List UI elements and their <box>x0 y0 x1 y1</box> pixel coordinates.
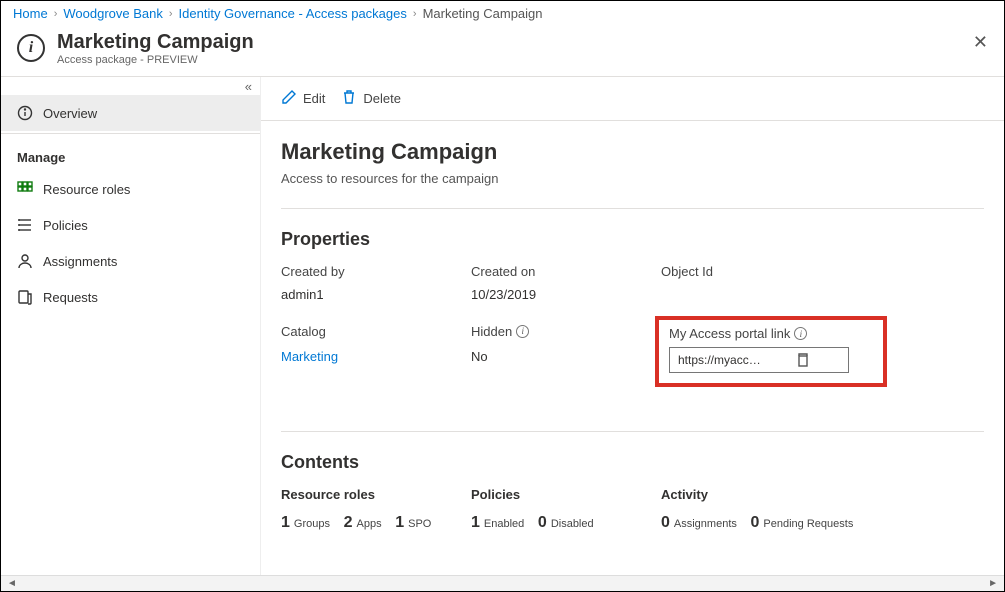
scroll-left-arrow[interactable]: ◄ <box>3 578 21 589</box>
prop-value-catalog[interactable]: Marketing <box>281 349 461 382</box>
sidebar-item-label: Assignments <box>43 254 117 269</box>
sidebar-item-assignments[interactable]: Assignments <box>1 243 260 279</box>
list-icon <box>17 217 33 233</box>
grid-icon <box>17 181 33 197</box>
content-title: Marketing Campaign <box>281 139 984 165</box>
toolbar: Edit Delete <box>261 77 1004 121</box>
page-subtitle: Access package - PREVIEW <box>57 54 254 66</box>
breadcrumb-section[interactable]: Identity Governance - Access packages <box>179 6 407 21</box>
sidebar-item-label: Overview <box>43 106 97 121</box>
breadcrumb-home[interactable]: Home <box>13 6 48 21</box>
properties-grid: Created by Created on Object Id admin1 1… <box>281 264 984 381</box>
chevron-right-icon: › <box>54 8 58 20</box>
trash-icon <box>341 89 357 108</box>
breadcrumb-org[interactable]: Woodgrove Bank <box>63 6 163 21</box>
sidebar-item-policies[interactable]: Policies <box>1 207 260 243</box>
horizontal-scrollbar[interactable]: ◄ ► <box>1 575 1004 591</box>
sidebar-item-label: Requests <box>43 290 98 305</box>
sidebar-section-manage: Manage <box>1 136 260 171</box>
contents-grid: Resource roles Policies Activity 1Groups… <box>281 487 984 532</box>
main-content: Edit Delete Marketing Campaign Access to… <box>261 77 1004 591</box>
col-activity: Activity <box>661 487 881 508</box>
page-title: Marketing Campaign <box>57 30 254 54</box>
close-button[interactable]: ✕ <box>973 32 988 53</box>
prop-label-hidden: Hidden i <box>471 322 651 343</box>
breadcrumb-current: Marketing Campaign <box>423 6 543 21</box>
sidebar-item-requests[interactable]: Requests <box>1 279 260 315</box>
prop-label-catalog: Catalog <box>281 322 461 343</box>
sidebar: « Overview Manage Resource roles P <box>1 77 261 591</box>
sidebar-item-resource-roles[interactable]: Resource roles <box>1 171 260 207</box>
prop-label-created-by: Created by <box>281 264 461 281</box>
button-label: Delete <box>363 91 401 106</box>
request-icon <box>17 289 33 305</box>
prop-label-created-on: Created on <box>471 264 651 281</box>
blade-header: i Marketing Campaign Access package - PR… <box>1 26 1004 77</box>
prop-value-hidden: No <box>471 349 651 382</box>
content-description: Access to resources for the campaign <box>281 171 984 186</box>
properties-heading: Properties <box>281 229 984 250</box>
edit-button[interactable]: Edit <box>281 89 325 108</box>
chevron-right-icon: › <box>169 8 173 20</box>
chevron-right-icon: › <box>413 8 417 20</box>
person-icon <box>17 253 33 269</box>
sidebar-item-label: Policies <box>43 218 88 233</box>
col-resource-roles: Resource roles <box>281 487 461 508</box>
prop-label-portal-link: My Access portal link i <box>669 326 873 343</box>
info-icon[interactable]: i <box>794 327 807 340</box>
highlight-portal-link: My Access portal link i https://myaccess… <box>655 316 887 387</box>
breadcrumb: Home › Woodgrove Bank › Identity Governa… <box>1 1 1004 26</box>
copy-icon[interactable] <box>761 352 844 368</box>
info-icon <box>17 105 33 121</box>
stat-resource-roles: 1Groups 2Apps 1SPO <box>281 514 461 532</box>
button-label: Edit <box>303 91 325 106</box>
portal-link-value: https://myaccess.micro… <box>678 353 761 367</box>
prop-value-created-by: admin1 <box>281 287 461 316</box>
prop-label-object-id: Object Id <box>661 264 881 281</box>
prop-value-created-on: 10/23/2019 <box>471 287 651 316</box>
sidebar-item-overview[interactable]: Overview <box>1 95 260 131</box>
info-icon: i <box>17 34 45 62</box>
sidebar-item-label: Resource roles <box>43 182 130 197</box>
prop-value-object-id <box>661 287 881 316</box>
scroll-right-arrow[interactable]: ► <box>984 578 1002 589</box>
collapse-sidebar-button[interactable]: « <box>245 79 252 94</box>
portal-link-field[interactable]: https://myaccess.micro… <box>669 347 849 373</box>
col-policies: Policies <box>471 487 651 508</box>
stat-policies: 1Enabled 0Disabled <box>471 514 651 532</box>
info-icon[interactable]: i <box>516 325 529 338</box>
stat-activity: 0Assignments 0Pending Requests <box>661 514 881 532</box>
pencil-icon <box>281 89 297 108</box>
delete-button[interactable]: Delete <box>341 89 401 108</box>
contents-heading: Contents <box>281 452 984 473</box>
